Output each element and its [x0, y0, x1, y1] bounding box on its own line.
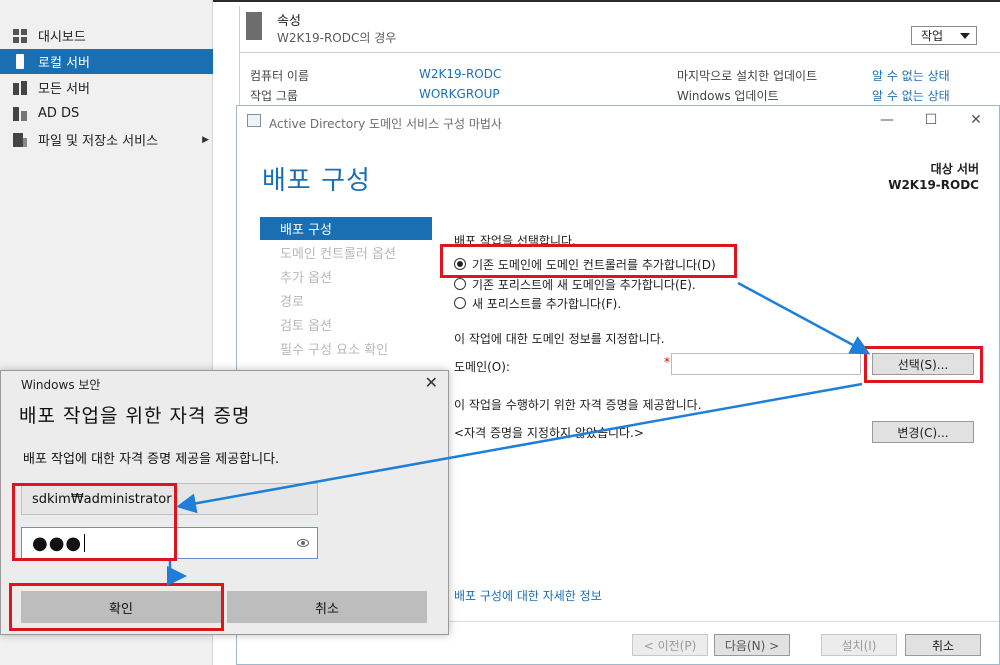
option-add-new-forest[interactable]: 새 포리스트를 추가합니다(F).	[454, 294, 621, 312]
step-review-options: 검토 옵션	[280, 319, 332, 334]
tasks-label: 작업	[921, 29, 944, 43]
sidebar-item-file-storage[interactable]: 파일 및 저장소 서비스 ▶	[0, 127, 213, 152]
target-server-value: W2K19-RODC	[888, 178, 979, 192]
sidebar-item-local-server[interactable]: 로컬 서버	[0, 49, 213, 74]
last-update-label: 마지막으로 설치한 업데이트	[677, 69, 818, 83]
option-label: 새 포리스트를 추가합니다(F).	[472, 296, 622, 311]
file-storage-icon	[13, 132, 27, 147]
credentials-value: <자격 증명을 지정하지 않았습니다.>	[454, 426, 644, 440]
dialog-cancel-button[interactable]: 취소	[227, 591, 427, 623]
domain-info-label: 이 작업에 대한 도메인 정보를 지정합니다.	[454, 332, 665, 346]
dialog-description: 배포 작업에 대한 자격 증명 제공을 제공합니다.	[23, 452, 280, 467]
credentials-label: 이 작업을 수행하기 위한 자격 증명을 제공합니다.	[454, 398, 702, 412]
domain-input[interactable]	[671, 353, 861, 375]
target-server-label: 대상 서버	[930, 162, 979, 176]
more-info-link[interactable]: 배포 구성에 대한 자세한 정보	[454, 587, 602, 604]
step-prerequisites-check: 필수 구성 요소 확인	[280, 343, 389, 358]
divider	[239, 52, 1000, 53]
highlight-add-dc-option	[440, 244, 737, 278]
highlight-credentials-fields	[12, 483, 177, 561]
windows-update-label: Windows 업데이트	[677, 89, 779, 103]
chevron-right-icon[interactable]: ▶	[202, 135, 209, 145]
close-icon[interactable]: ✕	[425, 373, 438, 392]
step-paths: 경로	[280, 295, 304, 310]
sidebar-item-label: 로컬 서버	[38, 56, 90, 71]
install-button[interactable]: 설치(I)	[821, 634, 897, 656]
previous-button[interactable]: < 이전(P)	[632, 634, 708, 656]
step-additional-options: 추가 옵션	[280, 271, 332, 286]
highlight-ok-button	[9, 583, 224, 631]
reveal-password-icon[interactable]	[297, 539, 309, 547]
wizard-window-title: Active Directory 도메인 서비스 구성 마법사	[269, 117, 502, 131]
wizard-app-icon	[247, 114, 261, 127]
cancel-button[interactable]: 취소	[905, 634, 981, 656]
sidebar-item-dashboard[interactable]: 대시보드	[0, 23, 213, 48]
radio[interactable]	[454, 278, 466, 290]
ad-ds-icon	[13, 106, 27, 121]
dialog-title: Windows 보안	[21, 378, 101, 392]
properties-icon	[246, 12, 262, 40]
wizard-heading: 배포 구성	[262, 166, 371, 196]
sidebar-item-label: 파일 및 저장소 서비스	[38, 134, 159, 149]
tasks-dropdown[interactable]: 작업	[911, 26, 977, 45]
sidebar-item-ad-ds[interactable]: AD DS	[0, 101, 213, 126]
windows-update-link[interactable]: 알 수 없는 상태	[872, 87, 950, 104]
wizard-titlebar: Active Directory 도메인 서비스 구성 마법사 — ☐ ✕	[237, 106, 999, 136]
workgroup-link[interactable]: WORKGROUP	[419, 87, 500, 101]
minimize-icon[interactable]: —	[877, 112, 897, 128]
step-deployment-config[interactable]: 배포 구성	[260, 217, 432, 240]
change-credentials-button[interactable]: 변경(C)...	[872, 421, 974, 443]
maximize-icon[interactable]: ☐	[921, 112, 941, 128]
close-icon[interactable]: ✕	[966, 112, 986, 128]
workgroup-label: 작업 그룹	[250, 89, 298, 103]
dialog-heading: 배포 작업을 위한 자격 증명	[19, 405, 251, 427]
next-button[interactable]: 다음(N) >	[714, 634, 790, 656]
sidebar-item-label: 모든 서버	[38, 82, 90, 97]
step-dc-options: 도메인 컨트롤러 옵션	[280, 247, 396, 262]
properties-subtitle: W2K19-RODC의 경우	[277, 31, 397, 45]
dashboard-icon	[13, 28, 27, 43]
computer-name-link[interactable]: W2K19-RODC	[419, 67, 501, 81]
sidebar-item-all-servers[interactable]: 모든 서버	[0, 75, 213, 100]
last-update-link[interactable]: 알 수 없는 상태	[872, 67, 950, 84]
highlight-select-button	[864, 346, 983, 383]
required-mark: *	[664, 355, 670, 369]
computer-name-label: 컴퓨터 이름	[250, 69, 310, 83]
radio[interactable]	[454, 297, 466, 309]
properties-title: 속성	[277, 14, 301, 29]
servers-icon	[13, 80, 27, 95]
domain-label: 도메인(O):	[454, 360, 510, 374]
caret-down-icon	[960, 33, 970, 39]
sidebar-item-label: AD DS	[38, 106, 80, 121]
server-icon	[16, 54, 24, 69]
sidebar-item-label: 대시보드	[38, 30, 86, 45]
option-label: 기존 포리스트에 새 도메인을 추가합니다(E).	[472, 277, 696, 292]
